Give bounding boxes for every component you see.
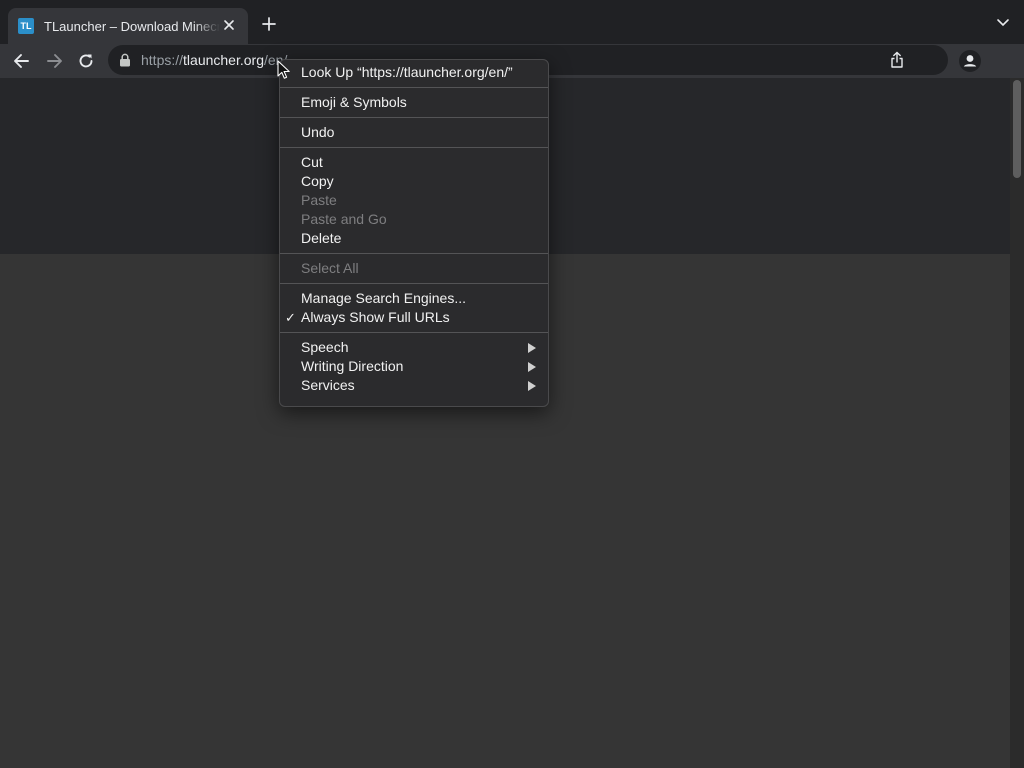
close-icon[interactable] xyxy=(220,16,238,34)
tab-strip: TL TLauncher – Download Minecraft xyxy=(0,0,1024,44)
menu-separator xyxy=(280,332,548,333)
new-tab-plus-icon[interactable] xyxy=(260,15,278,33)
menu-item-paste-and-go: Paste and Go xyxy=(280,210,548,229)
menu-item-emoji-symbols[interactable]: Emoji & Symbols xyxy=(280,93,548,112)
menu-item-always-show-full-urls[interactable]: ✓ Always Show Full URLs xyxy=(280,308,548,327)
menu-item-label: Services xyxy=(301,377,355,393)
tab-title: TLauncher – Download Minecraft xyxy=(44,18,220,34)
profile-icon[interactable] xyxy=(958,49,982,73)
menu-item-writing-direction[interactable]: Writing Direction xyxy=(280,357,548,376)
menu-separator xyxy=(280,117,548,118)
menu-item-label: Delete xyxy=(301,230,342,246)
tlauncher-favicon-icon: TL xyxy=(18,18,34,34)
tab-tlauncher[interactable]: TL TLauncher – Download Minecraft xyxy=(8,8,248,44)
menu-separator xyxy=(280,283,548,284)
menu-item-copy[interactable]: Copy xyxy=(280,172,548,191)
menu-item-label: Paste and Go xyxy=(301,211,387,227)
menu-item-label: Copy xyxy=(301,173,334,189)
menu-item-select-all: Select All xyxy=(280,259,548,278)
url-text[interactable]: https://tlauncher.org/en/ xyxy=(141,52,287,68)
menu-item-paste: Paste xyxy=(280,191,548,210)
address-bar-context-menu: Look Up “https://tlauncher.org/en/” Emoj… xyxy=(279,59,549,407)
menu-item-services[interactable]: Services xyxy=(280,376,548,395)
url-scheme: https:// xyxy=(141,52,184,68)
vertical-scrollbar[interactable] xyxy=(1010,78,1024,768)
menu-separator xyxy=(280,87,548,88)
tab-search-chevron-down-icon[interactable] xyxy=(996,17,1010,29)
menu-item-label: Writing Direction xyxy=(301,358,404,374)
menu-separator xyxy=(280,253,548,254)
menu-item-label: Look Up “https://tlauncher.org/en/” xyxy=(301,64,513,80)
share-icon[interactable] xyxy=(889,51,905,69)
menu-item-label: Paste xyxy=(301,192,337,208)
lock-icon[interactable] xyxy=(119,53,131,67)
menu-item-undo[interactable]: Undo xyxy=(280,123,548,142)
menu-item-manage-search-engines[interactable]: Manage Search Engines... xyxy=(280,289,548,308)
submenu-arrow-icon xyxy=(528,381,536,391)
menu-item-label: Speech xyxy=(301,339,349,355)
menu-item-speech[interactable]: Speech xyxy=(280,338,548,357)
back-arrow-icon[interactable] xyxy=(12,51,32,71)
menu-item-look-up[interactable]: Look Up “https://tlauncher.org/en/” xyxy=(280,63,548,82)
checkmark-icon: ✓ xyxy=(285,310,296,325)
url-host: tlauncher.org xyxy=(183,52,264,68)
menu-item-label: Manage Search Engines... xyxy=(301,290,466,306)
scrollbar-thumb[interactable] xyxy=(1013,80,1021,178)
menu-separator xyxy=(280,147,548,148)
menu-item-cut[interactable]: Cut xyxy=(280,153,548,172)
menu-item-label: Emoji & Symbols xyxy=(301,94,407,110)
menu-item-delete[interactable]: Delete xyxy=(280,229,548,248)
reload-icon[interactable] xyxy=(76,51,96,71)
submenu-arrow-icon xyxy=(528,362,536,372)
menu-item-label: Select All xyxy=(301,260,359,276)
mouse-pointer-icon xyxy=(277,60,290,79)
menu-item-label: Undo xyxy=(301,124,335,140)
forward-arrow-icon[interactable] xyxy=(44,51,64,71)
submenu-arrow-icon xyxy=(528,343,536,353)
menu-item-label: Cut xyxy=(301,154,323,170)
menu-item-label: Always Show Full URLs xyxy=(301,309,450,325)
